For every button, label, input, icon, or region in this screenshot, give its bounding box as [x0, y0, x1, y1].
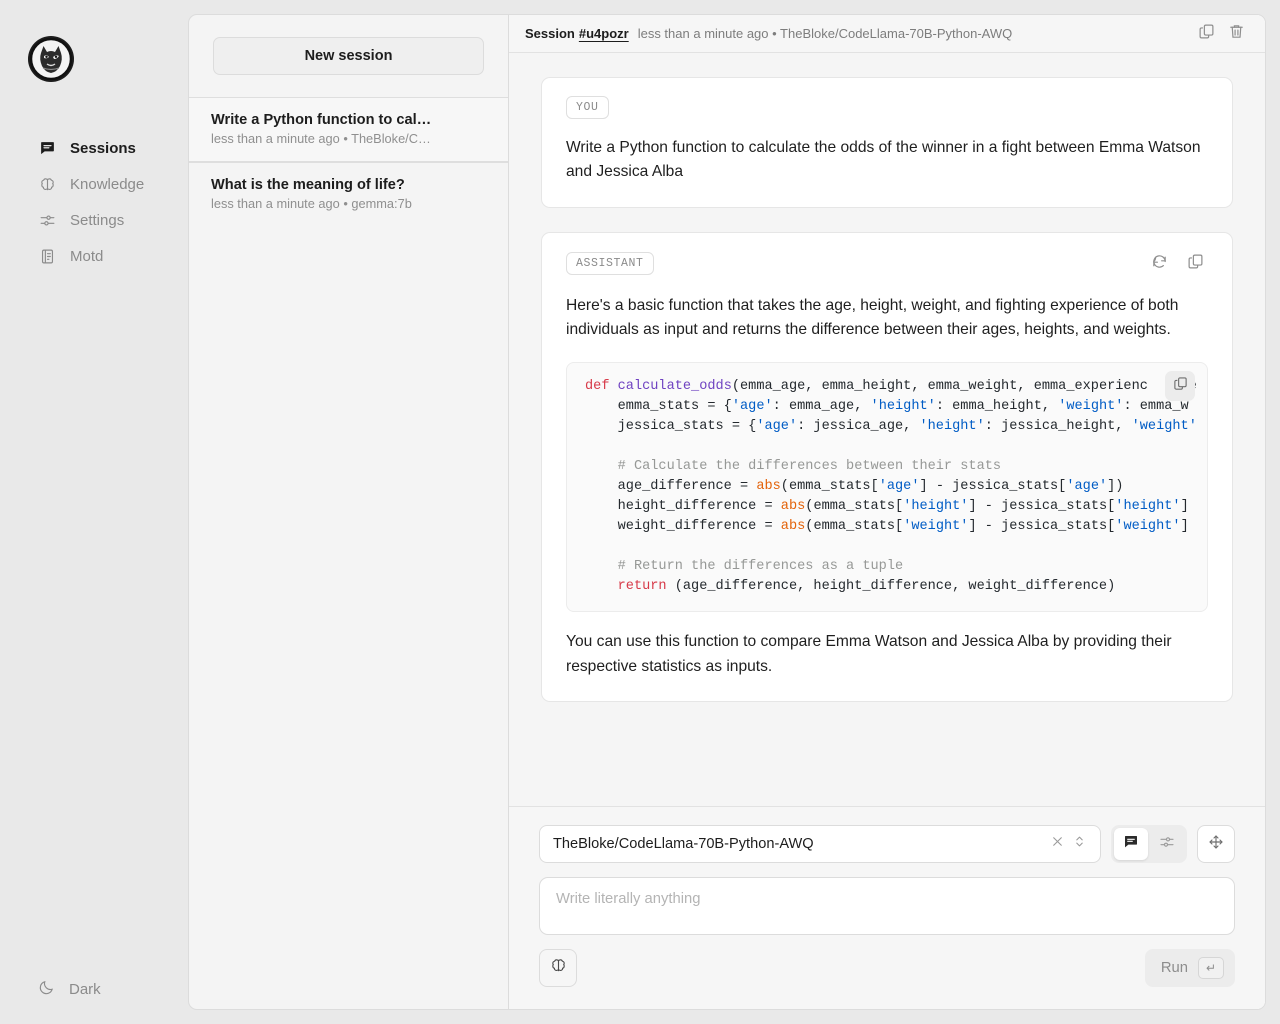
x-icon: [1051, 835, 1064, 853]
code-content: def calculate_odds(emma_age, emma_height…: [585, 377, 1207, 597]
sliders-icon: [38, 211, 56, 229]
role-badge-user: YOU: [566, 96, 609, 119]
chat-bubble-icon: [38, 139, 56, 157]
chevron-up-down-icon: [1073, 835, 1086, 853]
composer: TheBloke/CodeLlama-70B-Python-AWQ: [509, 806, 1265, 1009]
sessions-panel: New session Write a Python function to c…: [188, 14, 508, 1010]
main-panel: Session #u4pozr less than a minute ago •…: [508, 14, 1266, 1010]
model-select-value: TheBloke/CodeLlama-70B-Python-AWQ: [553, 836, 1046, 852]
app-logo[interactable]: [28, 36, 74, 82]
mode-chat-button[interactable]: [1114, 828, 1148, 860]
conversation: YOU Write a Python function to calculate…: [509, 53, 1265, 806]
composer-controls-row: TheBloke/CodeLlama-70B-Python-AWQ: [539, 825, 1235, 863]
sidebar-item-label: Knowledge: [70, 176, 144, 193]
chat-bubble-icon: [1123, 834, 1139, 855]
sidebar-item-settings[interactable]: Settings: [0, 202, 188, 238]
copy-code-button[interactable]: [1165, 371, 1195, 401]
run-button[interactable]: Run ↵: [1145, 949, 1235, 987]
assistant-message-intro: Here's a basic function that takes the a…: [566, 294, 1208, 343]
knowledge-button[interactable]: [539, 949, 577, 987]
role-badge-assistant: ASSISTANT: [566, 252, 654, 275]
sidebar-nav: Sessions Knowledge: [0, 130, 188, 274]
assistant-message: ASSISTANT: [541, 232, 1233, 702]
copy-icon: [1173, 376, 1188, 396]
app-root: Sessions Knowledge: [0, 0, 1280, 1024]
sidebar-item-knowledge[interactable]: Knowledge: [0, 166, 188, 202]
session-header: Session #u4pozr less than a minute ago •…: [509, 15, 1265, 53]
delete-session-button[interactable]: [1221, 19, 1251, 49]
copy-icon: [1198, 23, 1215, 45]
sidebar-item-label: Settings: [70, 212, 124, 229]
session-item-meta: less than a minute ago • TheBloke/C…: [211, 131, 486, 146]
sidebar-item-motd[interactable]: Motd: [0, 238, 188, 274]
brain-icon: [38, 175, 56, 193]
sidebar-item-sessions[interactable]: Sessions: [0, 130, 188, 166]
copy-message-button[interactable]: [1182, 251, 1208, 277]
brain-icon: [550, 957, 567, 979]
moon-icon: [38, 979, 55, 1000]
session-item-title: Write a Python function to cal…: [211, 112, 486, 128]
prompt-input[interactable]: Write literally anything: [539, 877, 1235, 935]
session-item-meta: less than a minute ago • gemma:7b: [211, 196, 486, 211]
assistant-message-outro: You can use this function to compare Emm…: [566, 630, 1208, 679]
new-session-wrap: New session: [189, 15, 508, 97]
model-dropdown-toggle[interactable]: [1068, 833, 1090, 855]
trash-icon: [1228, 23, 1245, 45]
run-button-label: Run: [1161, 960, 1188, 976]
expand-button[interactable]: [1197, 825, 1235, 863]
logo-icon: [28, 36, 74, 82]
session-list-item[interactable]: Write a Python function to cal… less tha…: [189, 97, 508, 162]
sidebar-spacer: [0, 274, 188, 969]
assistant-message-header: ASSISTANT: [566, 251, 1208, 277]
mode-parameters-button[interactable]: [1150, 828, 1184, 860]
document-list-icon: [38, 247, 56, 265]
sidebar-item-label: Sessions: [70, 140, 136, 157]
mode-toggle-group: [1111, 825, 1187, 863]
copy-icon: [1187, 253, 1204, 275]
composer-actions-row: Run ↵: [539, 949, 1235, 987]
regenerate-button[interactable]: [1146, 251, 1172, 277]
move-icon: [1208, 834, 1224, 855]
session-header-title: Session: [525, 26, 575, 41]
sidebar: Sessions Knowledge: [0, 0, 188, 1024]
session-id-link[interactable]: #u4pozr: [579, 26, 629, 41]
assistant-message-actions: [1146, 251, 1208, 277]
theme-toggle-label: Dark: [69, 981, 101, 998]
user-message-header: YOU: [566, 96, 1208, 119]
session-header-meta: less than a minute ago • TheBloke/CodeLl…: [638, 26, 1013, 41]
model-select[interactable]: TheBloke/CodeLlama-70B-Python-AWQ: [539, 825, 1101, 863]
user-message: YOU Write a Python function to calculate…: [541, 77, 1233, 208]
run-shortcut-key: ↵: [1198, 957, 1224, 979]
code-block: def calculate_odds(emma_age, emma_height…: [566, 362, 1208, 612]
sliders-icon: [1159, 834, 1175, 855]
session-list: Write a Python function to cal… less tha…: [189, 97, 508, 226]
sidebar-item-label: Motd: [70, 248, 103, 265]
new-session-button[interactable]: New session: [213, 37, 484, 75]
session-item-title: What is the meaning of life?: [211, 177, 486, 193]
user-message-text: Write a Python function to calculate the…: [566, 136, 1208, 185]
refresh-icon: [1151, 253, 1168, 275]
session-list-item[interactable]: What is the meaning of life? less than a…: [189, 162, 508, 226]
theme-toggle[interactable]: Dark: [0, 969, 188, 1000]
copy-session-button[interactable]: [1191, 19, 1221, 49]
clear-model-button[interactable]: [1046, 833, 1068, 855]
